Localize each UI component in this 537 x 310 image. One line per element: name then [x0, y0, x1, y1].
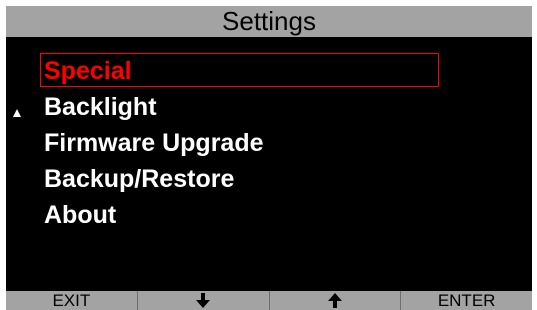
menu-item-firmware-upgrade[interactable]: Firmware Upgrade — [44, 126, 264, 160]
page-title: Settings — [222, 6, 316, 36]
softkey-bar: EXIT ENTER — [6, 291, 532, 310]
menu-item-backup-restore[interactable]: Backup/Restore — [44, 162, 234, 196]
enter-button[interactable]: ENTER — [401, 291, 532, 310]
device-screen: Settings Special Backlight Firmware Upgr… — [6, 6, 532, 310]
enter-button-label: ENTER — [437, 291, 496, 310]
menu-item-backlight[interactable]: Backlight — [44, 90, 157, 124]
exit-button[interactable]: EXIT — [6, 291, 138, 310]
exit-button-label: EXIT — [52, 291, 91, 310]
up-button[interactable] — [269, 291, 402, 310]
arrow-up-icon — [327, 293, 342, 308]
settings-menu: Special Backlight Firmware Upgrade Backu… — [6, 37, 532, 289]
menu-item-special[interactable]: Special — [40, 53, 439, 87]
title-bar: Settings — [6, 6, 532, 37]
triangle-up-icon — [13, 109, 21, 117]
down-button[interactable] — [137, 291, 270, 310]
arrow-down-icon — [196, 293, 211, 308]
menu-item-about[interactable]: About — [44, 198, 116, 232]
